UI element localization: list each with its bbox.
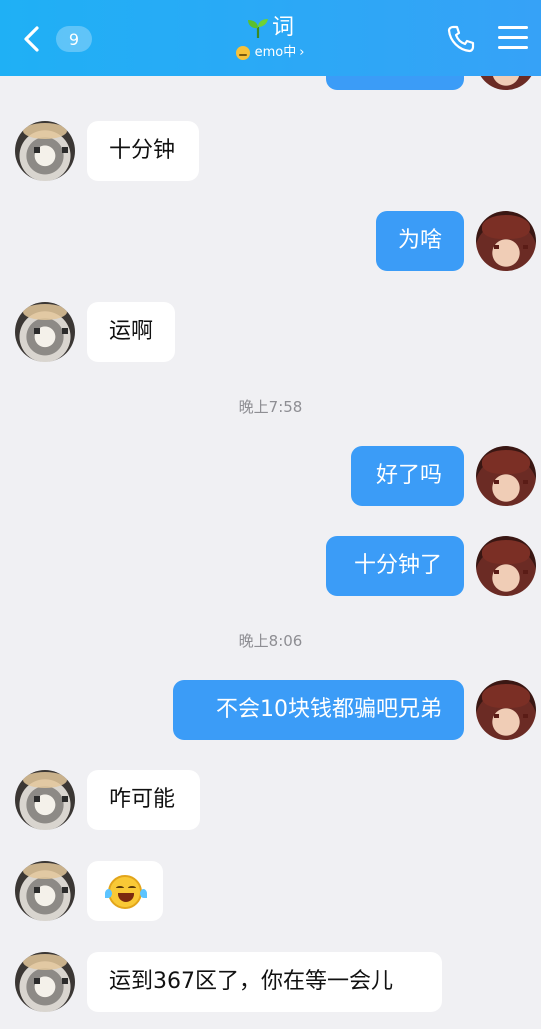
message-bubble-outgoing[interactable]: 十分钟了 bbox=[326, 536, 464, 596]
my-avatar[interactable] bbox=[476, 536, 536, 596]
contact-name: 词 bbox=[271, 15, 294, 40]
emoji-tear bbox=[105, 889, 112, 898]
message-bubble-outgoing[interactable]: 好了吗 bbox=[351, 446, 464, 506]
emoji-tear bbox=[140, 889, 147, 898]
contact-avatar[interactable] bbox=[15, 121, 75, 181]
chat-window: 9 词 emo中 › 十分钟 为啥 运啊 晚上7:58 好了吗 十分钟了 晚上8… bbox=[0, 0, 541, 1029]
contact-avatar[interactable] bbox=[15, 770, 75, 830]
message-bubble-incoming[interactable]: 运到367区了，你在等一会儿 bbox=[87, 952, 442, 1012]
back-icon bbox=[24, 26, 39, 52]
back-button[interactable]: 9 bbox=[22, 22, 102, 56]
menu-line bbox=[498, 26, 528, 29]
message-timestamp: 晚上7:58 bbox=[238, 398, 303, 416]
unread-count-badge: 9 bbox=[56, 26, 92, 52]
contact-avatar[interactable] bbox=[15, 302, 75, 362]
message-bubble-incoming[interactable]: 十分钟 bbox=[87, 121, 199, 181]
emo-status-icon bbox=[235, 46, 250, 60]
message-timestamp: 晚上8:06 bbox=[238, 632, 303, 650]
menu-line bbox=[498, 46, 528, 49]
my-avatar[interactable] bbox=[476, 446, 536, 506]
menu-icon[interactable] bbox=[498, 26, 528, 52]
my-avatar[interactable] bbox=[476, 680, 536, 740]
laughing-tears-emoji-icon bbox=[105, 875, 147, 909]
menu-line bbox=[498, 36, 528, 39]
sprout-icon bbox=[247, 19, 268, 38]
emoji-eye bbox=[116, 886, 124, 890]
contact-title[interactable]: 词 emo中 › bbox=[170, 14, 370, 62]
status-text: emo中 bbox=[254, 45, 297, 60]
contact-avatar[interactable] bbox=[15, 952, 75, 1012]
emoji-mouth bbox=[118, 893, 134, 902]
my-avatar[interactable] bbox=[476, 211, 536, 271]
chat-header: 9 词 emo中 › bbox=[0, 0, 541, 76]
message-bubble-outgoing[interactable]: 不会10块钱都骗吧兄弟 bbox=[173, 680, 464, 740]
emoji-eye bbox=[128, 886, 136, 890]
status-chevron: › bbox=[299, 45, 305, 60]
message-bubble-incoming[interactable]: 运啊 bbox=[87, 302, 175, 362]
phone-icon[interactable] bbox=[446, 24, 476, 54]
contact-avatar[interactable] bbox=[15, 861, 75, 921]
message-bubble-outgoing[interactable]: 为啥 bbox=[376, 211, 464, 271]
message-bubble-incoming[interactable]: 咋可能 bbox=[87, 770, 200, 830]
